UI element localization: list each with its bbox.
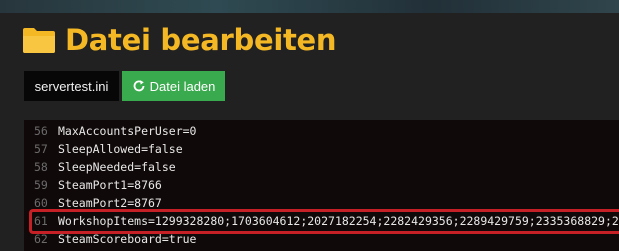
line-text: SleepAllowed=false: [58, 142, 183, 156]
load-file-button[interactable]: Datei laden: [122, 71, 225, 101]
reload-icon: [133, 80, 145, 92]
line-number: 57: [34, 142, 48, 156]
editor-line: 57 SleepAllowed=false: [24, 140, 183, 158]
line-text: WorkshopItems=1299328280;1703604612;2027…: [58, 214, 619, 228]
line-text: SteamPort2=8767: [58, 196, 162, 210]
background-strip: [0, 0, 619, 13]
code-editor[interactable]: 56 MaxAccountsPerUser=0 57 SleepAllowed=…: [24, 120, 619, 251]
editor-line: 58 SleepNeeded=false: [24, 158, 176, 176]
page-title: Datei bearbeiten: [65, 23, 337, 57]
editor-line: 62 SteamScoreboard=true: [24, 230, 196, 248]
editor-line: 56 MaxAccountsPerUser=0: [24, 122, 196, 140]
editor-line: 59 SteamPort1=8766: [24, 176, 162, 194]
line-text: SleepNeeded=false: [58, 160, 176, 174]
page-header: Datei bearbeiten: [22, 20, 337, 60]
line-number: 62: [34, 232, 48, 246]
editor-line-highlighted: 61 WorkshopItems=1299328280;1703604612;2…: [24, 212, 619, 230]
load-file-label: Datei laden: [149, 78, 216, 94]
line-number: 61: [34, 214, 48, 228]
line-number: 56: [34, 124, 48, 138]
line-text: SteamScoreboard=true: [58, 232, 197, 246]
line-number: 60: [34, 196, 48, 210]
filename-label: servertest.ini: [34, 78, 109, 94]
line-text: SteamPort1=8766: [58, 178, 162, 192]
line-number: 59: [34, 178, 48, 192]
editor-line: 60 SteamPort2=8767: [24, 194, 162, 212]
line-text: MaxAccountsPerUser=0: [58, 124, 197, 138]
line-number: 58: [34, 160, 48, 174]
folder-icon: [23, 28, 55, 53]
filename-field[interactable]: servertest.ini: [24, 71, 119, 101]
page: Datei bearbeiten servertest.ini Datei la…: [0, 0, 619, 251]
